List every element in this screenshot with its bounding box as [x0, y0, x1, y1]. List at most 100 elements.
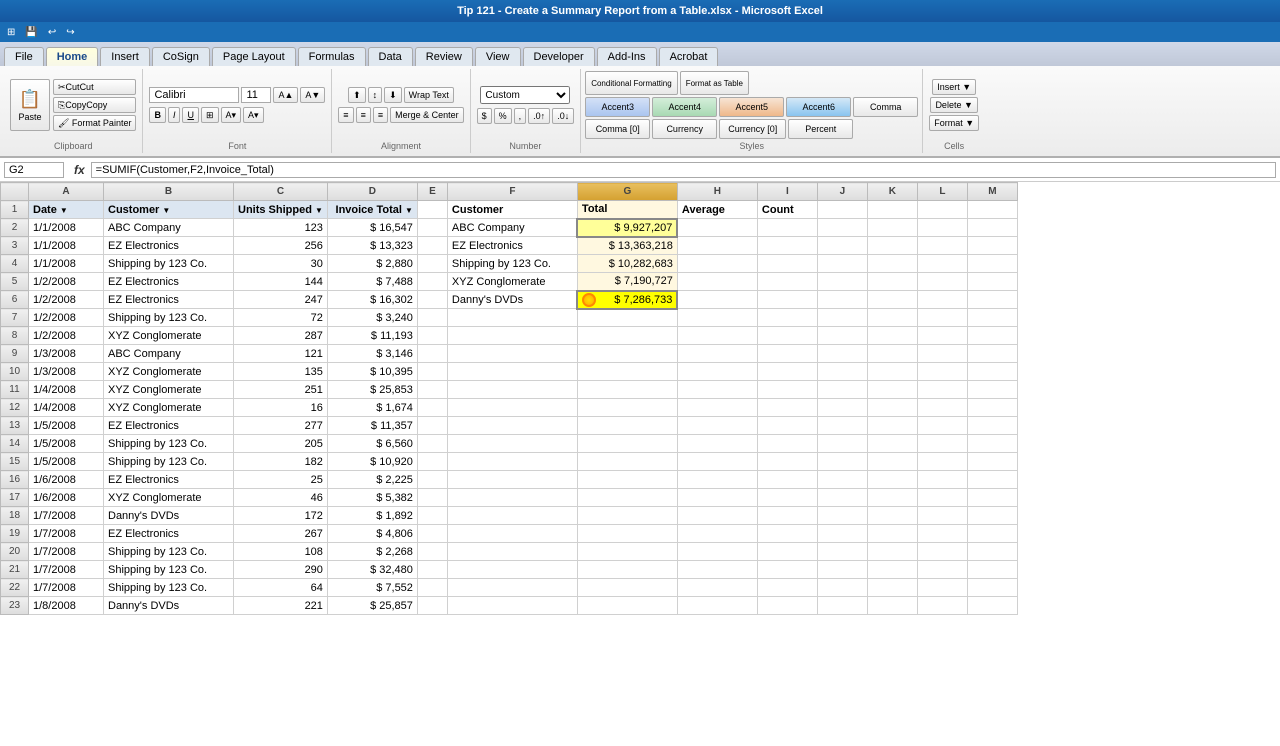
cell-K23[interactable] [867, 597, 917, 615]
cell-B21[interactable]: Shipping by 123 Co. [104, 561, 234, 579]
tab-addins[interactable]: Add-Ins [597, 47, 657, 66]
cell-C12[interactable]: 16 [234, 399, 328, 417]
cell-I23[interactable] [757, 597, 817, 615]
cell-J7[interactable] [817, 309, 867, 327]
cell-G22[interactable] [577, 579, 677, 597]
merge-center-btn[interactable]: Merge & Center [390, 107, 464, 123]
cell-G7[interactable] [577, 309, 677, 327]
cell-J10[interactable] [817, 363, 867, 381]
cell-G3[interactable]: $ 13,363,218 [577, 237, 677, 255]
cell-I7[interactable] [757, 309, 817, 327]
cell-C22[interactable]: 64 [234, 579, 328, 597]
cell-D18[interactable]: $ 1,892 [327, 507, 417, 525]
cell-F13[interactable] [447, 417, 577, 435]
accent3-btn[interactable]: Accent3 [585, 97, 650, 117]
cell-J5[interactable] [817, 273, 867, 291]
cell-D5[interactable]: $ 7,488 [327, 273, 417, 291]
cell-B10[interactable]: XYZ Conglomerate [104, 363, 234, 381]
cell-L2[interactable] [917, 219, 967, 237]
accent5-btn[interactable]: Accent5 [719, 97, 784, 117]
cell-J19[interactable] [817, 525, 867, 543]
cell-M4[interactable] [967, 255, 1017, 273]
cell-L17[interactable] [917, 489, 967, 507]
cell-D10[interactable]: $ 10,395 [327, 363, 417, 381]
cell-B9[interactable]: ABC Company [104, 345, 234, 363]
cell-M21[interactable] [967, 561, 1017, 579]
cell-H8[interactable] [677, 327, 757, 345]
cell-J16[interactable] [817, 471, 867, 489]
cell-A19[interactable]: 1/7/2008 [29, 525, 104, 543]
cell-L21[interactable] [917, 561, 967, 579]
cell-C18[interactable]: 172 [234, 507, 328, 525]
fill-color-btn[interactable]: A▾ [221, 107, 242, 123]
cell-F23[interactable] [447, 597, 577, 615]
cell-M8[interactable] [967, 327, 1017, 345]
cell-D15[interactable]: $ 10,920 [327, 453, 417, 471]
cell-E10[interactable] [417, 363, 447, 381]
wrap-text-btn[interactable]: Wrap Text [404, 87, 454, 103]
cell-B12[interactable]: XYZ Conglomerate [104, 399, 234, 417]
cell-K5[interactable] [867, 273, 917, 291]
cell-A11[interactable]: 1/4/2008 [29, 381, 104, 399]
cell-C9[interactable]: 121 [234, 345, 328, 363]
bold-btn[interactable]: B [149, 107, 166, 123]
cell-K2[interactable] [867, 219, 917, 237]
increase-font-btn[interactable]: A▲ [273, 87, 298, 103]
cell-H5[interactable] [677, 273, 757, 291]
font-name-input[interactable] [149, 87, 239, 103]
cell-L9[interactable] [917, 345, 967, 363]
cell-K11[interactable] [867, 381, 917, 399]
cell-E15[interactable] [417, 453, 447, 471]
cell-F22[interactable] [447, 579, 577, 597]
cell-I13[interactable] [757, 417, 817, 435]
cell-A14[interactable]: 1/5/2008 [29, 435, 104, 453]
col-header-M[interactable]: M [967, 183, 1017, 201]
cell-J3[interactable] [817, 237, 867, 255]
accent4-btn[interactable]: Accent4 [652, 97, 717, 117]
conditional-formatting-btn[interactable]: Conditional Formatting [585, 71, 677, 95]
cell-K18[interactable] [867, 507, 917, 525]
col-header-A[interactable]: A [29, 183, 104, 201]
cell-M3[interactable] [967, 237, 1017, 255]
cell-F21[interactable] [447, 561, 577, 579]
cell-G8[interactable] [577, 327, 677, 345]
cell-C4[interactable]: 30 [234, 255, 328, 273]
cell-G18[interactable] [577, 507, 677, 525]
cell-A20[interactable]: 1/7/2008 [29, 543, 104, 561]
cell-L7[interactable] [917, 309, 967, 327]
col-header-H[interactable]: H [677, 183, 757, 201]
cell-K17[interactable] [867, 489, 917, 507]
cell-K12[interactable] [867, 399, 917, 417]
increase-decimal-btn[interactable]: .0↑ [528, 108, 550, 124]
cell-H2[interactable] [677, 219, 757, 237]
cell-F14[interactable] [447, 435, 577, 453]
cell-B23[interactable]: Danny's DVDs [104, 597, 234, 615]
cell-A9[interactable]: 1/3/2008 [29, 345, 104, 363]
align-left-btn[interactable]: ≡ [338, 107, 353, 123]
cell-C3[interactable]: 256 [234, 237, 328, 255]
cell-G4[interactable]: $ 10,282,683 [577, 255, 677, 273]
cell-G23[interactable] [577, 597, 677, 615]
cell-M7[interactable] [967, 309, 1017, 327]
cell-D3[interactable]: $ 13,323 [327, 237, 417, 255]
cell-G16[interactable] [577, 471, 677, 489]
cell-M14[interactable] [967, 435, 1017, 453]
cell-G5[interactable]: $ 7,190,727 [577, 273, 677, 291]
cell-I18[interactable] [757, 507, 817, 525]
comma-style-btn[interactable]: Comma [853, 97, 918, 117]
cell-H20[interactable] [677, 543, 757, 561]
cut-button[interactable]: ✂ CutCut [53, 79, 136, 95]
tab-data[interactable]: Data [368, 47, 413, 66]
cell-L6[interactable] [917, 291, 967, 309]
cell-H21[interactable] [677, 561, 757, 579]
cell-L8[interactable] [917, 327, 967, 345]
cell-E23[interactable] [417, 597, 447, 615]
cell-F8[interactable] [447, 327, 577, 345]
cell-F7[interactable] [447, 309, 577, 327]
cell-A15[interactable]: 1/5/2008 [29, 453, 104, 471]
cell-C23[interactable]: 221 [234, 597, 328, 615]
col-header-F[interactable]: F [447, 183, 577, 201]
format-btn[interactable]: Format ▼ [929, 115, 979, 131]
cell-E16[interactable] [417, 471, 447, 489]
comma-btn[interactable]: , [514, 108, 527, 124]
